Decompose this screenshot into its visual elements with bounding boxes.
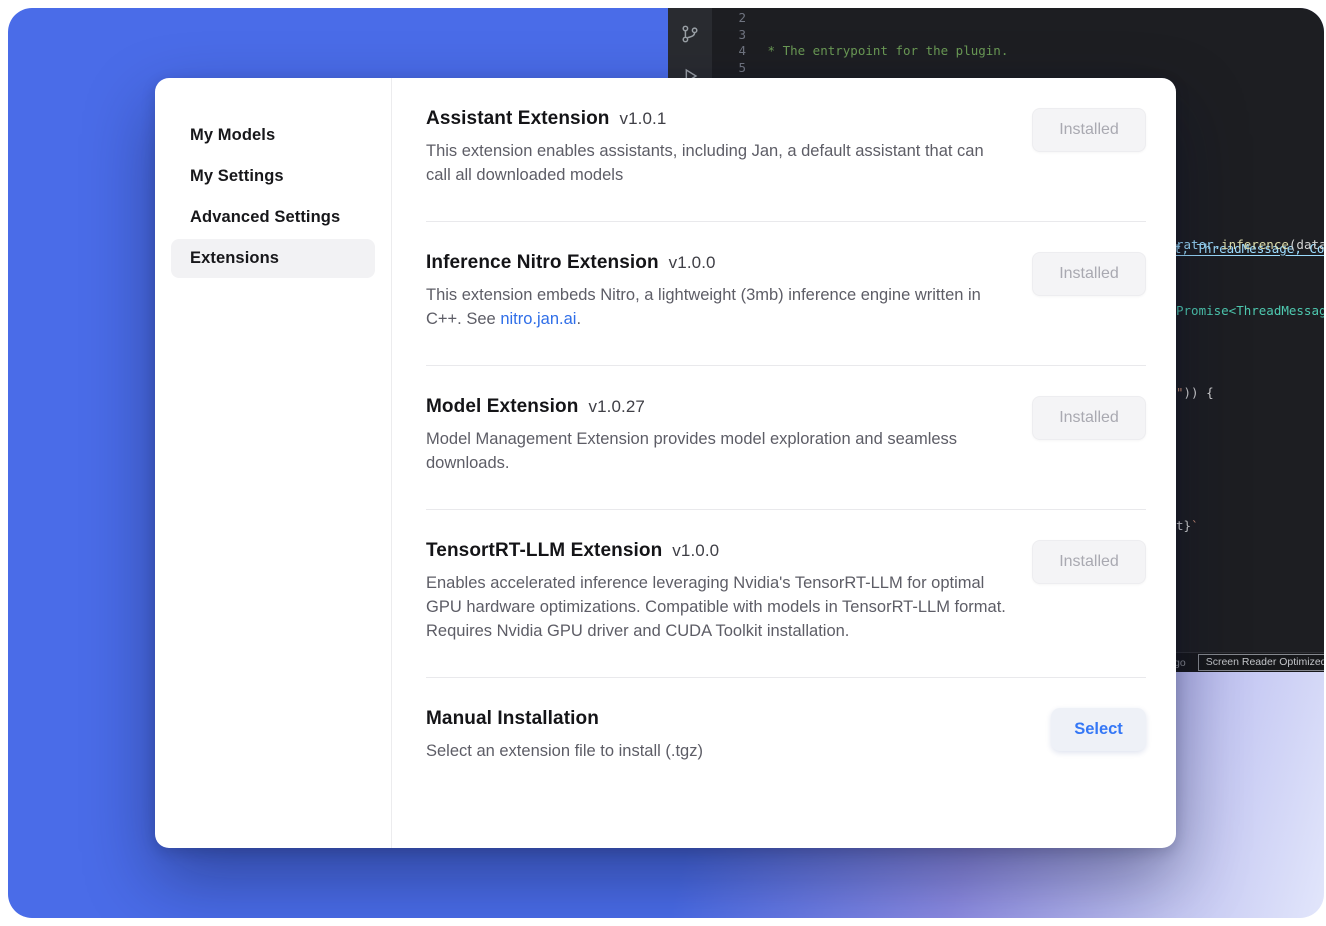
extension-title: TensortRT-LLM Extension v1.0.0 — [426, 540, 1011, 562]
extension-name: TensortRT-LLM Extension — [426, 540, 662, 561]
extension-title: Assistant Extension v1.0.1 — [426, 108, 1011, 130]
extension-info: Inference Nitro Extension v1.0.0 This ext… — [426, 252, 1011, 331]
code-token: t} — [1176, 518, 1191, 533]
extension-name: Model Extension — [426, 396, 578, 417]
code-fragment: rator.inference(data)); — [1176, 237, 1324, 253]
installed-button[interactable]: Installed — [1032, 108, 1146, 152]
extension-name: Inference Nitro Extension — [426, 252, 659, 273]
settings-modal: My Models My Settings Advanced Settings … — [155, 78, 1176, 848]
extension-version: v1.0.27 — [588, 397, 644, 416]
manual-installation-info: Manual Installation Select an extension … — [426, 708, 703, 763]
installed-button[interactable]: Installed — [1032, 540, 1146, 584]
sidebar-item-my-settings[interactable]: My Settings — [171, 157, 375, 196]
extension-row: Assistant Extension v1.0.1 This extension… — [426, 78, 1146, 222]
manual-installation-row: Manual Installation Select an extension … — [426, 678, 1146, 797]
extension-info: Model Extension v1.0.27 Model Management … — [426, 396, 1011, 475]
extension-row: Inference Nitro Extension v1.0.0 This ext… — [426, 222, 1146, 366]
extension-info: TensortRT-LLM Extension v1.0.0 Enables ac… — [426, 540, 1011, 643]
extensions-panel: Assistant Extension v1.0.1 This extension… — [392, 78, 1176, 848]
extension-title: Inference Nitro Extension v1.0.0 — [426, 252, 1011, 274]
code-token: )) { — [1184, 385, 1214, 400]
extension-version: v1.0.0 — [669, 253, 716, 272]
select-file-button[interactable]: Select — [1051, 708, 1146, 751]
extension-info: Assistant Extension v1.0.1 This extension… — [426, 108, 1011, 187]
extension-row: Model Extension v1.0.27 Model Management … — [426, 366, 1146, 510]
sidebar-item-advanced-settings[interactable]: Advanced Settings — [171, 198, 375, 237]
line-number: 2 — [724, 10, 746, 27]
code-fragment: ")) { — [1176, 385, 1214, 401]
app-background: 2 3 4 5 6 * The entrypoint for the plugi… — [8, 8, 1324, 918]
manual-installation-title: Manual Installation — [426, 708, 703, 730]
code-token: ` — [1191, 518, 1199, 533]
extension-row: TensortRT-LLM Extension v1.0.0 Enables ac… — [426, 510, 1146, 678]
extension-description: Enables accelerated inference leveraging… — [426, 571, 1011, 643]
code-fragment: Promise<ThreadMessage> — [1176, 303, 1324, 319]
extension-description: Model Management Extension provides mode… — [426, 427, 1011, 475]
code-fragment: t}` — [1176, 518, 1199, 534]
extension-version: v1.0.0 — [672, 541, 719, 560]
line-number: 4 — [724, 43, 746, 60]
extension-title: Model Extension v1.0.27 — [426, 396, 1011, 418]
source-control-icon[interactable] — [678, 22, 702, 46]
extension-description: This extension embeds Nitro, a lightweig… — [426, 283, 1011, 331]
sidebar-item-extensions[interactable]: Extensions — [171, 239, 375, 278]
code-token: rator. — [1176, 237, 1221, 252]
code-token: " — [1176, 385, 1184, 400]
code-token: (data)); — [1289, 237, 1324, 252]
settings-sidebar: My Models My Settings Advanced Settings … — [155, 78, 392, 848]
sidebar-item-my-models[interactable]: My Models — [171, 116, 375, 155]
extension-name: Assistant Extension — [426, 108, 610, 129]
installed-button[interactable]: Installed — [1032, 396, 1146, 440]
code-token: inference — [1221, 237, 1289, 252]
line-number: 5 — [724, 60, 746, 77]
description-text: . — [576, 310, 581, 328]
nitro-jan-ai-link[interactable]: nitro.jan.ai — [500, 310, 576, 328]
line-number: 3 — [724, 27, 746, 44]
extension-description: This extension enables assistants, inclu… — [426, 139, 1011, 187]
extension-version: v1.0.1 — [620, 109, 667, 128]
code-line: * The entrypoint for the plugin. — [760, 43, 1324, 60]
screen-reader-badge[interactable]: Screen Reader Optimized — [1198, 654, 1324, 671]
installed-button[interactable]: Installed — [1032, 252, 1146, 296]
manual-installation-description: Select an extension file to install (.tg… — [426, 739, 703, 763]
